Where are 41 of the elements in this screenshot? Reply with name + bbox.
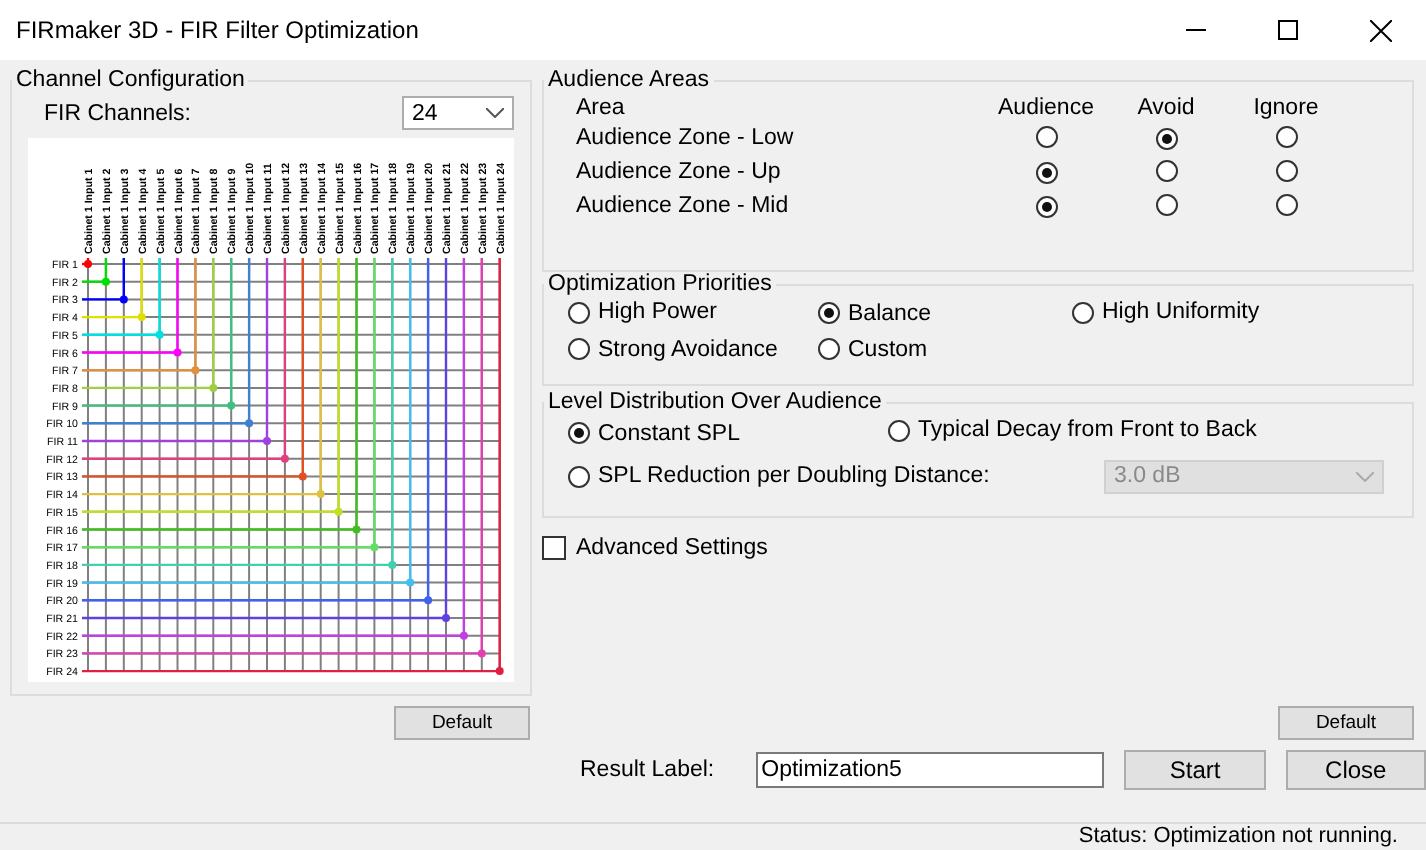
radio-option[interactable]: Custom [818, 337, 928, 361]
group-title: Level Distribution Over Audience [546, 390, 884, 414]
action-button[interactable]: Start [1124, 750, 1266, 790]
radio-button[interactable] [1155, 128, 1177, 150]
radio-option[interactable]: Typical Decay from Front to Back [888, 418, 1257, 442]
group-title: Optimization Priorities [546, 272, 774, 296]
action-button[interactable]: Close [1285, 750, 1426, 790]
window-title: FIRmaker 3D - FIR Filter Optimization [16, 16, 421, 44]
radio-button[interactable] [1155, 160, 1177, 182]
radio-option[interactable]: Balance [818, 301, 932, 325]
radio-button[interactable] [1275, 194, 1297, 216]
radio-button[interactable] [1035, 196, 1057, 218]
group-title: Channel Configuration [14, 68, 247, 92]
field-label: FIR Channels: [44, 101, 192, 125]
radio-option[interactable]: High Power [568, 300, 717, 324]
zone-name: Audience Zone - Low [576, 126, 794, 154]
advanced-settings-checkbox[interactable]: Advanced Settings [542, 535, 1414, 559]
chevron-icon [486, 108, 504, 118]
zone-name: Audience Zone - Up [576, 160, 781, 188]
radio-option[interactable]: Strong Avoidance [568, 337, 778, 361]
group-title: Audience Areas [546, 68, 712, 92]
radio-option[interactable]: High Uniformity [1072, 300, 1260, 324]
column-header: Avoid [1137, 96, 1195, 120]
radio-option[interactable]: SPL Reduction per Doubling Distance: [568, 464, 990, 488]
radio-button[interactable] [1155, 194, 1177, 216]
status-text: Status: Optimization not running. [1078, 824, 1398, 850]
radio-button[interactable] [1275, 126, 1297, 148]
channels-dropdown[interactable]: 24 [402, 96, 514, 130]
column-header: Audience [998, 96, 1094, 120]
column-header: Ignore [1253, 96, 1319, 120]
zone-name: Audience Zone - Mid [576, 194, 789, 222]
radio-button[interactable] [1035, 126, 1057, 148]
column-header: Area [576, 96, 625, 120]
result-label-field[interactable]: Optimization5 [755, 752, 1105, 788]
radio-button[interactable] [1035, 162, 1057, 184]
chevron-icon [1356, 471, 1374, 481]
default-button[interactable]: Default [394, 706, 530, 740]
radio-option[interactable]: Constant SPL [568, 421, 740, 445]
radio-button[interactable] [1275, 160, 1297, 182]
field-label: Result Label: [580, 758, 717, 782]
default-button[interactable]: Default [1278, 705, 1414, 739]
